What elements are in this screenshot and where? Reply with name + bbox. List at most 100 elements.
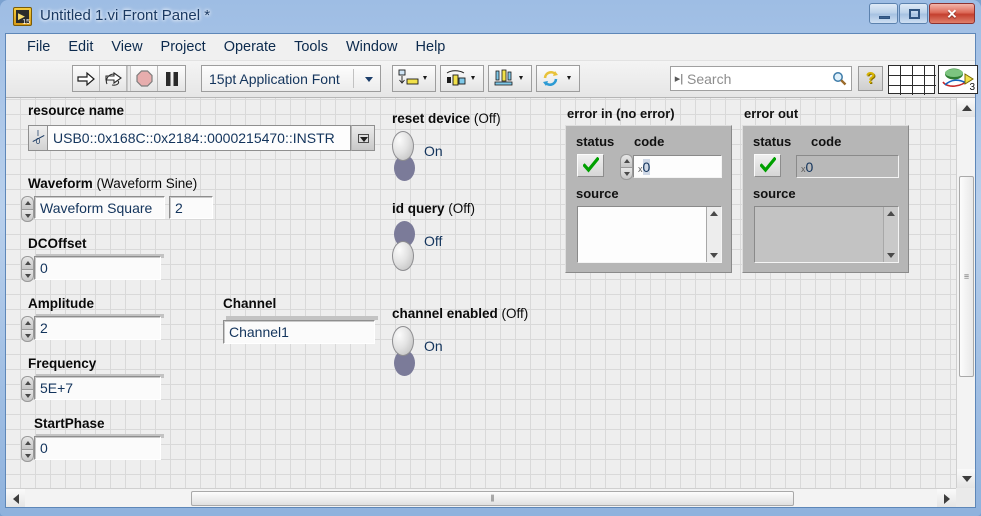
error-in-code-stepper[interactable]: [620, 154, 633, 180]
resource-name-field[interactable]: USB0::0x168C::0x2184::0000215470::INSTR: [47, 125, 351, 151]
error-in-code-field[interactable]: x 0: [633, 155, 722, 178]
error-out-status-indicator: [754, 154, 781, 177]
amplitude-stepper[interactable]: [21, 316, 34, 342]
horizontal-scrollbar-thumb[interactable]: ⦀: [191, 491, 794, 506]
amplitude-field[interactable]: 2: [34, 316, 161, 340]
run-button[interactable]: [73, 66, 101, 91]
amplitude-value: 2: [40, 320, 48, 336]
error-in-label: error in (no error): [567, 106, 675, 121]
frequency-label: Frequency: [28, 356, 97, 371]
minimize-button[interactable]: [869, 3, 898, 24]
error-in-cluster: status code x 0 source: [565, 125, 732, 273]
error-in-source-field[interactable]: [577, 206, 722, 263]
reorder-icon[interactable]: [537, 66, 579, 91]
frequency-decrement-button[interactable]: [21, 389, 34, 402]
align-objects-group[interactable]: [392, 65, 436, 92]
horizontal-scrollbar[interactable]: ⦀: [6, 488, 956, 507]
dcoffset-increment-button[interactable]: [21, 256, 34, 269]
search-icon[interactable]: [827, 71, 851, 86]
dcoffset-label: DCOffset: [28, 236, 87, 251]
front-panel-canvas[interactable]: resource name I0 USB0::0x168C::0x2184::0…: [6, 98, 956, 488]
error-in-source-scrollbar[interactable]: [706, 207, 721, 262]
frequency-field[interactable]: 5E+7: [34, 376, 161, 400]
menu-item-tools[interactable]: Tools: [285, 36, 337, 58]
channel-field[interactable]: Channel1: [223, 320, 375, 344]
run-continuously-button[interactable]: [100, 66, 128, 91]
labview-vi-icon: ▶ 15: [13, 7, 32, 26]
menu-item-view[interactable]: View: [102, 36, 151, 58]
resize-objects-group[interactable]: [488, 65, 532, 92]
distribute-objects-group[interactable]: [440, 65, 484, 92]
waveform-value-field[interactable]: Waveform Square: [34, 196, 165, 219]
green-check-icon: [582, 156, 600, 178]
waveform-numeric-field[interactable]: 2: [169, 196, 213, 219]
error-in-code-decrement-button[interactable]: [620, 167, 633, 180]
vi-icon[interactable]: 3: [938, 65, 978, 94]
startphase-increment-button[interactable]: [21, 436, 34, 449]
labview-front-panel-window: ▶ 15 Untitled 1.vi Front Panel * ✕ File …: [0, 0, 981, 516]
scroll-down-button[interactable]: [957, 469, 975, 488]
channel-enabled-switch[interactable]: [392, 326, 416, 376]
dcoffset-stepper[interactable]: [21, 256, 34, 282]
distribute-objects-icon[interactable]: [441, 66, 483, 91]
id-query-switch[interactable]: [392, 221, 416, 271]
vertical-scrollbar-thumb[interactable]: ≡: [959, 176, 974, 377]
window-title: Untitled 1.vi Front Panel *: [40, 7, 211, 24]
error-out-code-label: code: [811, 134, 842, 149]
frequency-stepper[interactable]: [21, 376, 34, 402]
amplitude-decrement-button[interactable]: [21, 329, 34, 342]
waveform-decrement-button[interactable]: [21, 209, 34, 222]
amplitude-increment-button[interactable]: [21, 316, 34, 329]
pause-button[interactable]: [158, 66, 185, 91]
align-objects-icon[interactable]: [393, 66, 435, 91]
visa-io-icon: I0: [28, 125, 47, 151]
menu-item-edit[interactable]: Edit: [59, 36, 102, 58]
scroll-right-button[interactable]: [937, 489, 956, 507]
dcoffset-decrement-button[interactable]: [21, 269, 34, 282]
error-in-code-increment-button[interactable]: [620, 154, 633, 167]
waveform-increment-button[interactable]: [21, 196, 34, 209]
startphase-field[interactable]: 0: [34, 436, 161, 460]
scroll-down-icon[interactable]: [887, 253, 895, 258]
scroll-up-button[interactable]: [957, 98, 975, 117]
reorder-group[interactable]: [536, 65, 580, 92]
maximize-button[interactable]: [899, 3, 928, 24]
menu-item-file[interactable]: File: [18, 36, 59, 58]
resource-name-value: USB0::0x168C::0x2184::0000215470::INSTR: [53, 130, 335, 146]
frequency-increment-button[interactable]: [21, 376, 34, 389]
scrollbar-corner: [956, 488, 975, 507]
connector-pane-icon[interactable]: [888, 65, 936, 95]
error-out-source-scrollbar[interactable]: [883, 207, 898, 262]
error-out-cluster: status code x 0 source: [742, 125, 909, 273]
green-check-icon: [759, 156, 777, 178]
channel-label: Channel: [223, 296, 277, 311]
vertical-scrollbar[interactable]: ≡: [956, 98, 975, 488]
menu-item-help[interactable]: Help: [407, 36, 455, 58]
startphase-stepper[interactable]: [21, 436, 34, 462]
menu-item-operate[interactable]: Operate: [215, 36, 285, 58]
abort-execution-button[interactable]: [131, 66, 159, 91]
font-selector[interactable]: 15pt Application Font: [201, 65, 381, 92]
resource-name-control[interactable]: I0 USB0::0x168C::0x2184::0000215470::INS…: [28, 125, 375, 151]
resource-name-dropdown-button[interactable]: [351, 125, 375, 151]
scroll-up-icon[interactable]: [887, 211, 895, 216]
id-query-label: id query (Off): [392, 201, 476, 216]
waveform-stepper[interactable]: [21, 196, 34, 222]
close-button[interactable]: ✕: [929, 3, 975, 24]
error-out-source-label: source: [753, 186, 796, 201]
search-input[interactable]: ▸| Search: [670, 66, 852, 91]
channel-enabled-state: On: [424, 338, 443, 354]
dcoffset-field[interactable]: 0: [34, 256, 161, 280]
scroll-up-icon[interactable]: [710, 211, 718, 216]
resize-objects-icon[interactable]: [489, 66, 531, 91]
scroll-down-icon[interactable]: [710, 253, 718, 258]
help-button[interactable]: ?: [858, 66, 883, 91]
reset-device-switch[interactable]: [392, 131, 416, 181]
error-out-source-field: [754, 206, 899, 263]
scroll-left-button[interactable]: [6, 489, 25, 507]
menu-item-window[interactable]: Window: [337, 36, 407, 58]
menu-item-project[interactable]: Project: [152, 36, 215, 58]
startphase-decrement-button[interactable]: [21, 449, 34, 462]
error-in-status-indicator[interactable]: [577, 154, 604, 177]
reset-device-state: On: [424, 143, 443, 159]
